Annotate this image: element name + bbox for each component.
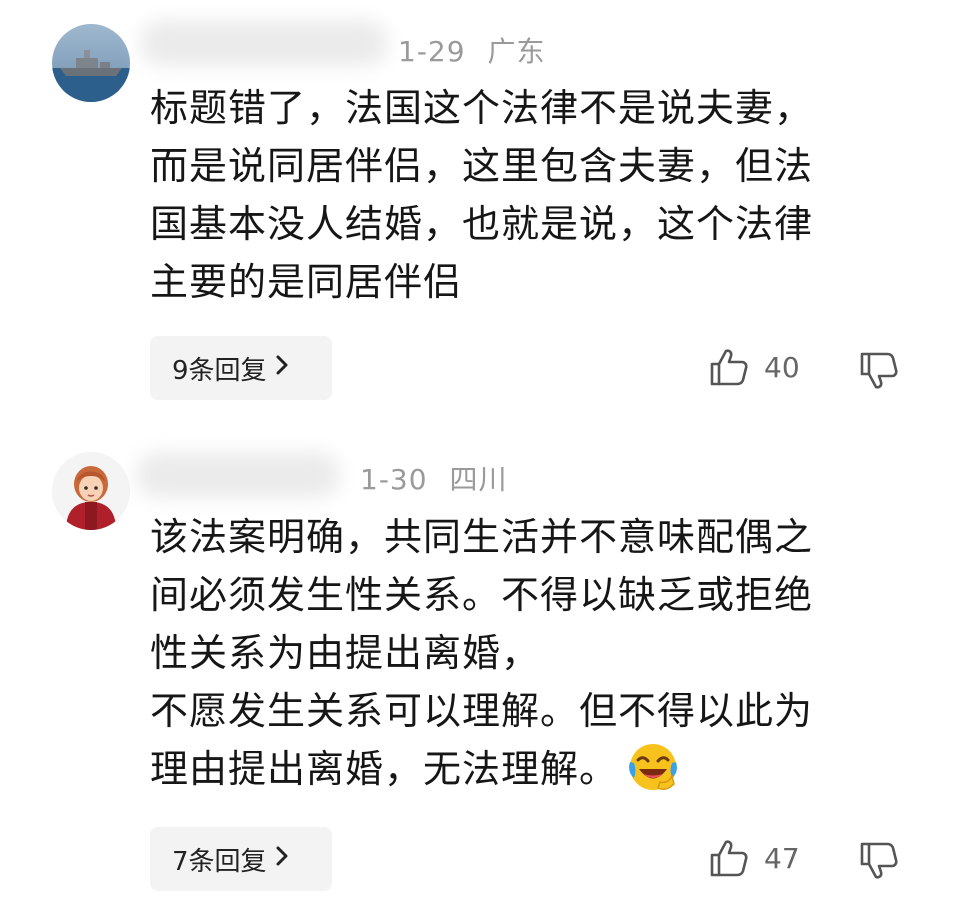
laughing-crying-emoji-icon — [626, 740, 680, 794]
comment-text-line-with-emoji: 理由提出离婚，无法理解。 — [150, 740, 890, 798]
thumbs-down-icon — [860, 842, 898, 879]
comment-text: 标题错了，法国这个法律不是说夫妻， 而是说同居伴侣，这里包含夫妻，但法 国基本没… — [150, 79, 890, 311]
replies-label: 7条回复 — [172, 846, 267, 877]
thumbs-down-icon — [860, 352, 898, 389]
replies-label: 9条回复 — [172, 355, 267, 386]
comment-text-line: 该法案明确，共同生活并不意味配偶之 — [150, 515, 814, 559]
like-button[interactable]: 40 — [708, 346, 800, 388]
chevron-right-icon — [275, 844, 289, 874]
comment-text-line: 国基本没人结婚，也就是说，这个法律 — [150, 202, 814, 246]
comment-text-line: 而是说同居伴侣，这里包含夫妻，但法 — [150, 144, 814, 188]
username-blurred[interactable] — [136, 452, 340, 498]
like-count: 47 — [764, 841, 800, 875]
warship-avatar-icon — [52, 24, 130, 102]
comment-date: 1-29 — [398, 35, 466, 68]
like-button[interactable]: 47 — [708, 837, 800, 879]
view-replies-button[interactable]: 9条回复 — [150, 336, 332, 400]
comment-text-line: 性关系为由提出离婚， — [150, 631, 541, 675]
comment-meta: 1-30 四川 — [360, 458, 508, 498]
comment-meta: 1-29 广东 — [398, 30, 546, 70]
comment-text-line: 不愿发生关系可以理解。但不得以此为 — [150, 689, 814, 733]
username-blurred[interactable] — [140, 20, 388, 66]
user-avatar[interactable] — [52, 452, 130, 530]
thumbs-up-icon — [710, 840, 748, 877]
like-count: 40 — [764, 350, 800, 384]
comment-location: 四川 — [449, 463, 508, 496]
comment-text-line: 间必须发生性关系。不得以缺乏或拒绝 — [150, 573, 814, 617]
comment-text-line: 主要的是同居伴侣 — [150, 260, 463, 304]
chevron-right-icon — [275, 353, 289, 383]
dislike-button[interactable] — [858, 840, 900, 882]
comment-text-line: 理由提出离婚，无法理解。 — [150, 747, 619, 791]
dislike-button[interactable] — [858, 350, 900, 392]
comment-text-line: 标题错了，法国这个法律不是说夫妻， — [150, 86, 814, 130]
view-replies-button[interactable]: 7条回复 — [150, 827, 332, 891]
comment-date: 1-30 — [360, 463, 428, 496]
cartoon-girl-avatar-icon — [52, 452, 130, 530]
comment-text: 该法案明确，共同生活并不意味配偶之 间必须发生性关系。不得以缺乏或拒绝 性关系为… — [150, 508, 890, 798]
thumbs-up-icon — [710, 349, 748, 386]
user-avatar[interactable] — [52, 24, 130, 102]
comment-location: 广东 — [487, 35, 546, 68]
